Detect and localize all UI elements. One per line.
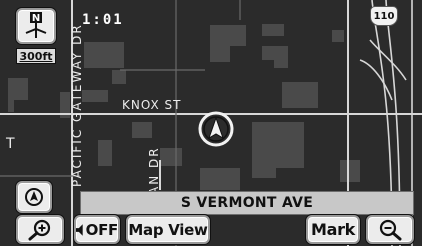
- street-label-an-dr: AN DR: [147, 146, 161, 195]
- current-street-bar: S VERMONT AVE: [80, 191, 414, 215]
- voice-off-button[interactable]: OFF: [74, 215, 120, 244]
- map-view-label: Map View: [128, 220, 208, 239]
- street-label-knox: KNOX ST: [122, 98, 182, 112]
- street-label-pacific-gateway: PACIFIC GATEWAY DR: [70, 23, 84, 187]
- scale-indicator: 300ft: [16, 48, 56, 64]
- speaker-off-icon: [76, 223, 83, 236]
- zoom-in-icon: [28, 219, 51, 240]
- time-display: 1:01: [82, 12, 124, 28]
- north-up-button[interactable]: N: [16, 8, 56, 44]
- zoom-out-button[interactable]: [366, 215, 414, 244]
- voice-off-label: OFF: [85, 220, 119, 239]
- building-blocks: [8, 24, 360, 190]
- navigation-map-screen: N 300ft 1:01 110 PACIFIC GATEWAY DR AN D…: [0, 0, 422, 246]
- zoom-in-button[interactable]: [16, 215, 64, 244]
- compass-button[interactable]: [16, 181, 52, 213]
- map-view-button[interactable]: Map View: [126, 215, 210, 244]
- mark-label: Mark: [310, 220, 356, 239]
- zoom-out-icon: [379, 219, 402, 240]
- route-shield: 110: [370, 6, 398, 26]
- north-up-icon: N: [25, 12, 47, 38]
- svg-text:N: N: [32, 13, 40, 24]
- compass-icon: [25, 188, 43, 206]
- mark-button[interactable]: Mark: [306, 215, 360, 244]
- street-label-fragment: T: [6, 136, 15, 152]
- vehicle-position-icon: [198, 111, 234, 147]
